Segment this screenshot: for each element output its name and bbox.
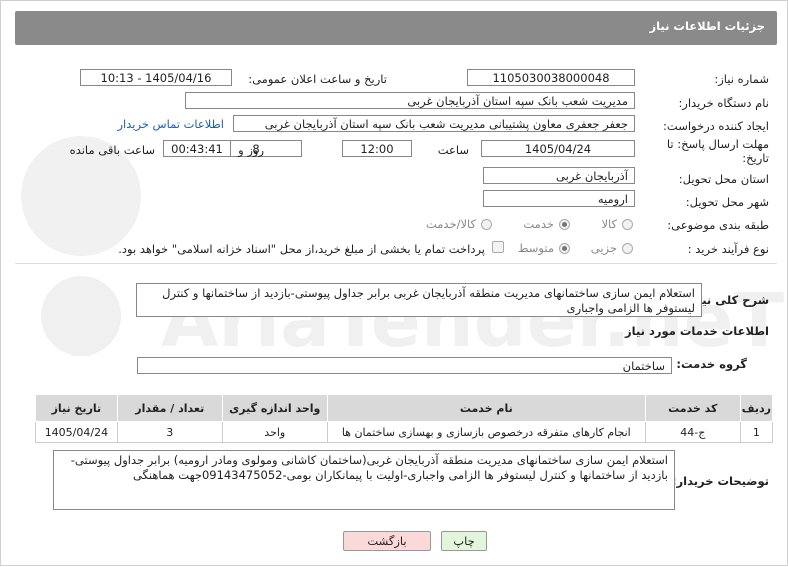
services-section-title: اطلاعات خدمات مورد نیاز (625, 324, 769, 338)
buyer-org-field: مدیریت شعب بانک سپه استان آذربایجان غربی (185, 92, 635, 109)
category-option-goods: کالا (601, 217, 617, 231)
treasury-checkbox[interactable] (492, 241, 504, 253)
contact-buyer-link[interactable]: اطلاعات تماس خریدار (117, 117, 224, 131)
buyer-notes-label: توضیحات خریدار: (671, 474, 769, 488)
announce-field: 1405/04/16 - 10:13 (80, 69, 232, 86)
remaining-time-field: 00:43:41 (163, 140, 231, 157)
category-radio-service[interactable] (559, 219, 570, 230)
divider (15, 263, 777, 264)
days-label: روز و (238, 143, 264, 157)
cell-row: 1 (739, 421, 774, 443)
col-code: کد خدمت (644, 394, 741, 422)
province-field: آذربایجان غربی (483, 167, 635, 184)
col-qty: تعداد / مقدار (116, 394, 223, 422)
page-frame: AriaTender.neT جزئیات اطلاعات نیاز شماره… (0, 0, 788, 566)
service-group-field: ساختمان (137, 357, 672, 374)
cell-qty: 3 (116, 421, 223, 443)
service-group-label: گروه خدمت: (676, 357, 747, 371)
deadline-date-field: 1405/04/24 (481, 140, 635, 157)
buyer-org-label: نام دستگاه خریدار: (678, 96, 769, 110)
deadline-time-field: 12:00 (342, 140, 412, 157)
city-label: شهر محل تحویل: (685, 195, 769, 209)
remaining-label: ساعت باقی مانده (69, 143, 155, 157)
category-radio-goods-service[interactable] (481, 219, 492, 230)
category-option-service: خدمت (523, 217, 554, 231)
page-header: جزئیات اطلاعات نیاز (15, 11, 777, 45)
deadline-label-1: مهلت ارسال پاسخ: تا (666, 137, 769, 151)
need-number-field: 1105030038000048 (467, 69, 635, 86)
cell-unit: واحد (221, 421, 328, 443)
services-table-header: ردیف کد خدمت نام خدمت واحد اندازه گیری ت… (35, 394, 774, 422)
category-label: طبقه بندی موضوعی: (667, 218, 769, 232)
process-option-minor: جزیی (590, 241, 617, 255)
col-unit: واحد اندازه گیری (221, 394, 328, 422)
process-option-medium: متوسط (517, 241, 554, 255)
payment-note: پرداخت تمام یا بخشی از مبلغ خرید،از محل … (118, 242, 485, 256)
creator-field: جعفر جعفری معاون پشتیبانی مدیریت شعب بان… (233, 115, 635, 132)
announce-label: تاریخ و ساعت اعلان عمومی: (248, 72, 387, 86)
page-title: جزئیات اطلاعات نیاز (649, 19, 765, 33)
deadline-label-2: تاریخ: (742, 151, 769, 165)
general-desc-field: استعلام ایمن سازی ساختمانهای مدیریت منطق… (136, 283, 702, 317)
print-button[interactable]: چاپ (441, 531, 487, 551)
cell-date: 1405/04/24 (35, 421, 118, 443)
province-label: استان محل تحویل: (678, 172, 769, 186)
category-option-goods-service: کالا/خدمت (425, 217, 476, 231)
col-row: ردیف (739, 394, 774, 422)
services-table: ردیف کد خدمت نام خدمت واحد اندازه گیری ت… (35, 394, 774, 443)
cell-name: انجام کارهای متفرقه درخصوص بازسازی و بهس… (326, 421, 646, 443)
buyer-notes-field: استعلام ایمن سازی ساختمانهای مدیریت منطق… (53, 450, 675, 510)
city-field: ارومیه (483, 190, 635, 207)
need-number-label: شماره نیاز: (714, 72, 769, 86)
category-radio-goods[interactable] (622, 219, 633, 230)
process-radio-medium[interactable] (559, 243, 570, 254)
process-label: نوع فرآیند خرید : (687, 242, 769, 256)
back-button[interactable]: بازگشت (343, 531, 431, 551)
watermark-logo-bar (71, 301, 91, 356)
col-name: نام خدمت (326, 394, 646, 422)
cell-code: ج-44 (644, 421, 741, 443)
col-date: تاریخ نیاز (35, 394, 118, 422)
process-radio-minor[interactable] (622, 243, 633, 254)
table-row: 1 ج-44 انجام کارهای متفرقه درخصوص بازساز… (35, 421, 774, 443)
deadline-time-label: ساعت (437, 143, 469, 157)
creator-label: ایجاد کننده درخواست: (663, 119, 769, 133)
